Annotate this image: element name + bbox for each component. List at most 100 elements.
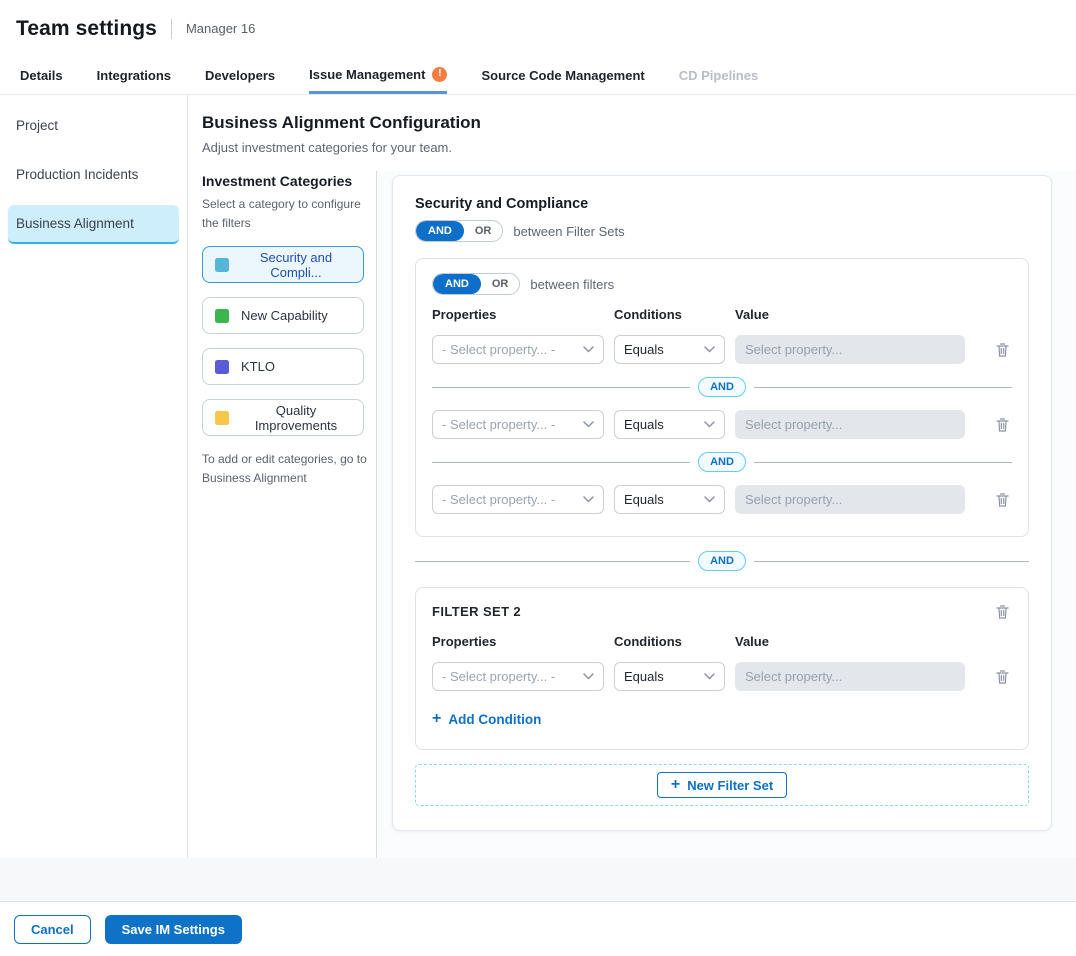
filter-columns-header: Properties Conditions Value bbox=[432, 634, 1012, 649]
filter-set-2-title: FILTER SET 2 bbox=[432, 602, 521, 619]
chevron-down-icon bbox=[583, 673, 594, 680]
filter-set-connector: AND bbox=[415, 551, 1029, 571]
and-connector-pill: AND bbox=[698, 452, 746, 472]
filter-row: - Select property... - Equals bbox=[432, 662, 1012, 691]
filter-connector: AND bbox=[432, 377, 1012, 397]
main-header: Business Alignment Configuration Adjust … bbox=[188, 95, 1076, 171]
category-quality-improvements[interactable]: Quality Improvements bbox=[202, 399, 364, 436]
condition-select[interactable]: Equals bbox=[614, 662, 725, 691]
plus-icon bbox=[432, 711, 441, 727]
tab-integrations[interactable]: Integrations bbox=[97, 57, 171, 94]
category-config-card: Security and Compliance AND OR between F… bbox=[392, 175, 1052, 831]
category-ktlo[interactable]: KTLO bbox=[202, 348, 364, 385]
filters-operator-row: AND OR between filters bbox=[432, 273, 1012, 295]
category-label: Security and Compli... bbox=[241, 250, 351, 280]
chevron-down-icon bbox=[704, 421, 715, 428]
and-connector-pill: AND bbox=[698, 377, 746, 397]
chevron-down-icon bbox=[583, 496, 594, 503]
property-select[interactable]: - Select property... - bbox=[432, 335, 604, 364]
value-input[interactable] bbox=[735, 662, 965, 691]
category-color-swatch bbox=[215, 258, 229, 272]
trash-icon bbox=[995, 604, 1010, 620]
chevron-down-icon bbox=[583, 346, 594, 353]
page-header: Team settings Manager 16 bbox=[0, 0, 1076, 57]
save-im-settings-button[interactable]: Save IM Settings bbox=[105, 915, 242, 944]
trash-icon bbox=[995, 492, 1010, 508]
categories-description: Select a category to configure the filte… bbox=[202, 195, 367, 232]
filter-sets-operator-row: AND OR between Filter Sets bbox=[415, 220, 1029, 242]
condition-select[interactable]: Equals bbox=[614, 410, 725, 439]
toggle-suffix-label: between Filter Sets bbox=[513, 224, 624, 239]
filter-row: - Select property... - Equals bbox=[432, 335, 1012, 364]
section-subtitle: Adjust investment categories for your te… bbox=[202, 140, 1052, 155]
delete-filter-button[interactable] bbox=[993, 490, 1012, 510]
warning-icon: ! bbox=[432, 67, 447, 82]
chevron-down-icon bbox=[704, 496, 715, 503]
column-conditions: Conditions bbox=[614, 634, 725, 649]
category-new-capability[interactable]: New Capability bbox=[202, 297, 364, 334]
value-input[interactable] bbox=[735, 485, 965, 514]
column-properties: Properties bbox=[432, 634, 604, 649]
add-condition-button[interactable]: Add Condition bbox=[432, 711, 541, 727]
chevron-down-icon bbox=[704, 673, 715, 680]
new-filter-set-button[interactable]: New Filter Set bbox=[657, 772, 787, 798]
column-value: Value bbox=[735, 307, 965, 322]
trash-icon bbox=[995, 417, 1010, 433]
and-connector-pill: AND bbox=[698, 551, 746, 571]
condition-select[interactable]: Equals bbox=[614, 485, 725, 514]
sidebar-item-project[interactable]: Project bbox=[8, 107, 179, 144]
content-area: Project Production Incidents Business Al… bbox=[0, 95, 1076, 858]
toggle-and-option[interactable]: AND bbox=[416, 221, 464, 241]
filter-sets-and-or-toggle[interactable]: AND OR bbox=[415, 220, 503, 242]
tab-source-code-management[interactable]: Source Code Management bbox=[481, 57, 644, 94]
category-color-swatch bbox=[215, 411, 229, 425]
column-conditions: Conditions bbox=[614, 307, 725, 322]
filter-set-1: AND OR between filters Properties Condit… bbox=[415, 258, 1029, 537]
value-input[interactable] bbox=[735, 335, 965, 364]
categories-list: Security and Compli... New Capability KT… bbox=[202, 246, 376, 436]
tab-cd-pipelines: CD Pipelines bbox=[679, 57, 758, 94]
category-label: New Capability bbox=[241, 308, 328, 323]
category-label: Quality Improvements bbox=[241, 403, 351, 433]
page-title: Team settings bbox=[16, 17, 157, 41]
category-color-swatch bbox=[215, 360, 229, 374]
tab-details[interactable]: Details bbox=[20, 57, 63, 94]
toggle-or-option[interactable]: OR bbox=[481, 274, 520, 294]
property-select[interactable]: - Select property... - bbox=[432, 662, 604, 691]
category-security-and-compliance[interactable]: Security and Compli... bbox=[202, 246, 364, 283]
cancel-button[interactable]: Cancel bbox=[14, 915, 91, 944]
categories-footnote: To add or edit categories, go to Busines… bbox=[202, 450, 367, 488]
property-select[interactable]: - Select property... - bbox=[432, 485, 604, 514]
delete-filter-button[interactable] bbox=[993, 415, 1012, 435]
tab-developers[interactable]: Developers bbox=[205, 57, 275, 94]
filters-and-or-toggle[interactable]: AND OR bbox=[432, 273, 520, 295]
trash-icon bbox=[995, 342, 1010, 358]
filter-set-2-header: FILTER SET 2 bbox=[432, 602, 1012, 622]
condition-select[interactable]: Equals bbox=[614, 335, 725, 364]
main-section: Business Alignment Configuration Adjust … bbox=[188, 95, 1076, 858]
new-filter-set-dropzone: New Filter Set bbox=[415, 764, 1029, 806]
settings-sidebar: Project Production Incidents Business Al… bbox=[0, 95, 188, 858]
page-subtitle: Manager 16 bbox=[171, 19, 255, 39]
trash-icon bbox=[995, 669, 1010, 685]
action-bar: Cancel Save IM Settings bbox=[0, 902, 1076, 956]
delete-filter-button[interactable] bbox=[993, 667, 1012, 687]
filter-row: - Select property... - Equals bbox=[432, 410, 1012, 439]
delete-filter-button[interactable] bbox=[993, 340, 1012, 360]
toggle-or-option[interactable]: OR bbox=[464, 221, 503, 241]
filters-config-region: Security and Compliance AND OR between F… bbox=[377, 171, 1076, 858]
footer-spacer bbox=[0, 858, 1076, 902]
value-input[interactable] bbox=[735, 410, 965, 439]
delete-filter-set-button[interactable] bbox=[993, 602, 1012, 622]
toggle-and-option[interactable]: AND bbox=[433, 274, 481, 294]
sidebar-item-business-alignment[interactable]: Business Alignment bbox=[8, 205, 179, 244]
main-body: Investment Categories Select a category … bbox=[188, 171, 1076, 858]
tab-issue-management[interactable]: Issue Management ! bbox=[309, 57, 447, 94]
settings-tabbar: Details Integrations Developers Issue Ma… bbox=[0, 57, 1076, 95]
investment-categories-panel: Investment Categories Select a category … bbox=[188, 171, 377, 858]
config-category-title: Security and Compliance bbox=[415, 196, 1029, 212]
property-select[interactable]: - Select property... - bbox=[432, 410, 604, 439]
column-value: Value bbox=[735, 634, 965, 649]
category-color-swatch bbox=[215, 309, 229, 323]
sidebar-item-production-incidents[interactable]: Production Incidents bbox=[8, 156, 179, 193]
